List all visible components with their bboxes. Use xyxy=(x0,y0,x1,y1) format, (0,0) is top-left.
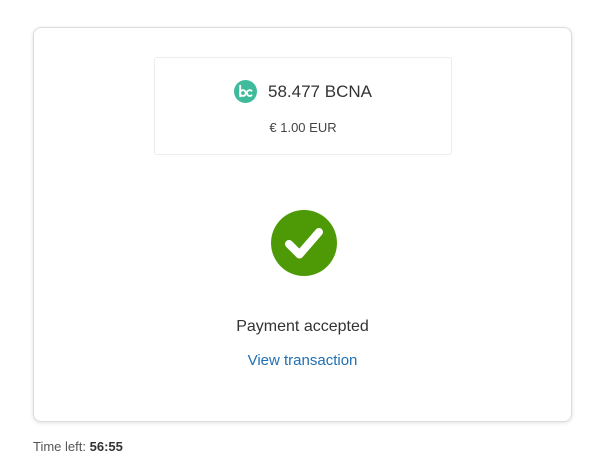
fiat-amount: € 1.00 EUR xyxy=(269,120,337,135)
bcna-coin-icon xyxy=(234,80,258,103)
check-circle-icon xyxy=(271,210,337,276)
time-left: Time left: 56:55 xyxy=(33,439,123,454)
payment-status-text: Payment accepted xyxy=(236,318,369,335)
amount-row: 58.477 BCNA xyxy=(155,80,451,103)
time-left-value: 56:55 xyxy=(89,439,123,454)
view-transaction-link[interactable]: View transaction xyxy=(34,352,571,369)
crypto-amount: 58.477 BCNA xyxy=(268,81,372,101)
payment-card: 58.477 BCNA € 1.00 EUR Payment accepted … xyxy=(33,27,572,422)
time-left-label: Time left: xyxy=(33,439,86,454)
amount-box: 58.477 BCNA € 1.00 EUR xyxy=(154,57,452,155)
